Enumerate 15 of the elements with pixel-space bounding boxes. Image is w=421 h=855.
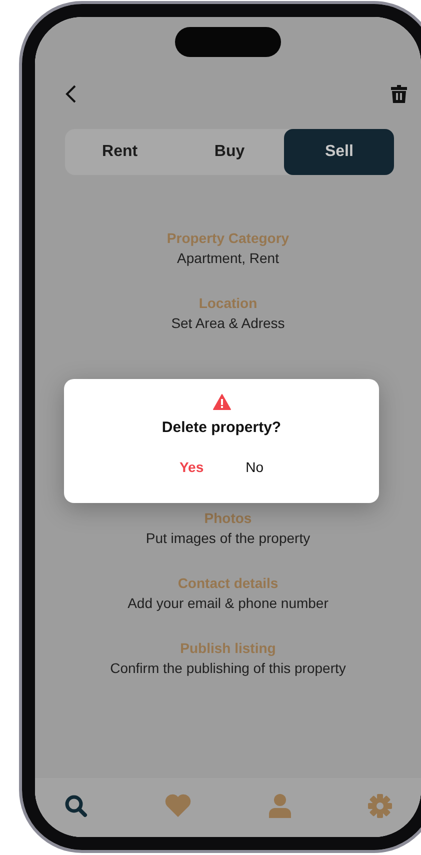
back-icon[interactable] xyxy=(64,84,78,104)
tab[interactable]: Rent xyxy=(65,129,175,175)
tab[interactable]: Sell xyxy=(284,129,394,175)
confirm-button[interactable]: Yes xyxy=(173,457,210,477)
warning-icon xyxy=(212,394,230,410)
search-icon[interactable] xyxy=(64,794,88,818)
dialog-title: Delete property? xyxy=(162,419,282,436)
section-subtitle: Set Area & Adress xyxy=(171,315,285,331)
tab[interactable]: Buy xyxy=(174,129,284,175)
section-subtitle: Put images of the property xyxy=(146,530,310,546)
cancel-button[interactable]: No xyxy=(240,457,270,477)
section-subtitle: Add your email & phone number xyxy=(128,595,328,611)
section-subtitle: Apartment, Rent xyxy=(177,250,279,266)
trash-icon[interactable] xyxy=(390,84,408,104)
section-subtitle: Confirm the publishing of this property xyxy=(110,660,346,676)
